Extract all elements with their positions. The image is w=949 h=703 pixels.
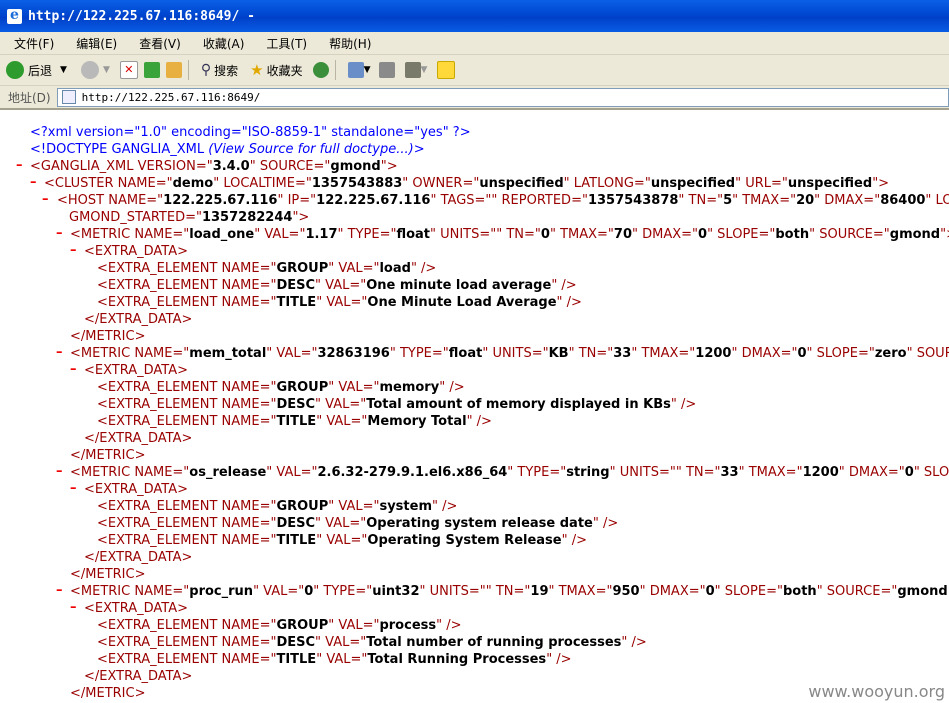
xml-line: <EXTRA_DATA> (84, 363, 189, 378)
favorites-button[interactable]: ★ 收藏夹 (250, 61, 302, 79)
toolbar: 后退 ▼ ▼ ✕ ⚲ 搜索 ★ 收藏夹 ▼ ▼ (0, 55, 949, 86)
xml-content-view: <?xml version="1.0" encoding="ISO-8859-1… (0, 108, 949, 703)
collapse-toggle[interactable]: – (70, 362, 77, 377)
toolbar-separator (187, 60, 189, 80)
edit-icon[interactable] (404, 62, 421, 78)
home-icon[interactable] (165, 62, 182, 78)
collapse-toggle[interactable]: – (56, 464, 63, 479)
xml-line: <!DOCTYPE GANGLIA_XML (View Source for f… (30, 142, 425, 157)
menu-file[interactable]: 文件(F) (6, 35, 62, 52)
xml-line: <EXTRA_DATA> (84, 244, 189, 259)
xml-line: <EXTRA_ELEMENT NAME="DESC" VAL="Total nu… (97, 635, 647, 650)
address-input[interactable]: http://122.225.67.116:8649/ (56, 87, 949, 107)
menu-favorites[interactable]: 收藏(A) (195, 35, 253, 52)
collapse-toggle[interactable]: – (70, 243, 77, 258)
xml-line: <CLUSTER NAME="demo" LOCALTIME="13575438… (44, 176, 890, 191)
menu-edit[interactable]: 编辑(E) (68, 35, 125, 52)
xml-line: </METRIC> (70, 686, 146, 701)
window-titlebar: http://122.225.67.116:8649/ - (0, 0, 949, 32)
xml-line: <EXTRA_DATA> (84, 482, 189, 497)
search-label: 搜索 (214, 63, 239, 78)
collapse-toggle[interactable]: – (56, 583, 63, 598)
xml-line: </METRIC> (70, 329, 146, 344)
collapse-toggle[interactable]: – (56, 226, 63, 241)
watermark: www.wooyun.org (808, 682, 945, 701)
xml-line: <EXTRA_ELEMENT NAME="GROUP" VAL="memory"… (97, 380, 465, 395)
xml-line: <HOST NAME="122.225.67.116" IP="122.225.… (57, 193, 949, 208)
menubar: 文件(F) 编辑(E) 查看(V) 收藏(A) 工具(T) 帮助(H) (0, 32, 949, 55)
xml-line: </EXTRA_DATA> (84, 431, 193, 446)
collapse-toggle[interactable]: – (70, 600, 77, 615)
collapse-toggle[interactable]: – (70, 481, 77, 496)
media-icon[interactable] (312, 62, 329, 78)
xml-line: </EXTRA_DATA> (84, 550, 193, 565)
address-label: 地址(D) (8, 90, 51, 105)
menu-tools[interactable]: 工具(T) (258, 35, 315, 52)
search-button[interactable]: ⚲ 搜索 (201, 62, 238, 79)
back-button[interactable]: 后退 ▼ (6, 61, 67, 79)
page-icon (61, 90, 76, 104)
xml-line: <?xml version="1.0" encoding="ISO-8859-1… (30, 125, 471, 140)
collapse-toggle[interactable]: – (42, 192, 49, 207)
xml-line: <EXTRA_ELEMENT NAME="DESC" VAL="Total am… (97, 397, 697, 412)
collapse-toggle[interactable]: – (30, 175, 37, 190)
xml-line: </EXTRA_DATA> (84, 669, 193, 684)
search-icon: ⚲ (200, 62, 212, 78)
forward-button[interactable]: ▼ (73, 61, 110, 79)
xml-line: <EXTRA_ELEMENT NAME="DESC" VAL="Operatin… (97, 516, 619, 531)
xml-line: GMOND_STARTED="1357282244"> (69, 210, 310, 225)
toolbar-separator-2 (334, 60, 336, 80)
stop-icon[interactable]: ✕ (119, 61, 138, 79)
menu-view[interactable]: 查看(V) (131, 35, 189, 52)
collapse-toggle[interactable]: – (56, 345, 63, 360)
xml-line: </EXTRA_DATA> (84, 312, 193, 327)
window-title: http://122.225.67.116:8649/ - (28, 8, 255, 24)
print-icon[interactable] (378, 62, 395, 78)
back-label: 后退 (28, 63, 53, 78)
mail-icon[interactable] (347, 62, 364, 78)
back-dropdown-icon[interactable]: ▼ (60, 65, 67, 75)
refresh-icon[interactable] (143, 62, 160, 78)
messenger-icon[interactable] (437, 61, 456, 79)
xml-line: <EXTRA_ELEMENT NAME="DESC" VAL="One minu… (97, 278, 577, 293)
collapse-toggle[interactable]: – (16, 158, 23, 173)
favorites-star-icon: ★ (250, 61, 264, 79)
forward-dropdown-icon[interactable]: ▼ (103, 65, 110, 75)
address-bar: 地址(D) http://122.225.67.116:8649/ (0, 86, 949, 110)
edit-dropdown-icon[interactable]: ▼ (421, 65, 428, 75)
xml-line: <EXTRA_ELEMENT NAME="GROUP" VAL="process… (97, 618, 462, 633)
xml-line: <METRIC NAME="os_release" VAL="2.6.32-27… (70, 465, 949, 480)
xml-line: <EXTRA_DATA> (84, 601, 189, 616)
xml-line: </METRIC> (70, 448, 146, 463)
xml-line: <EXTRA_ELEMENT NAME="TITLE" VAL="Operati… (97, 533, 588, 548)
address-url[interactable]: http://122.225.67.116:8649/ (82, 91, 261, 104)
xml-line: <METRIC NAME="proc_run" VAL="0" TYPE="ui… (70, 584, 949, 599)
xml-line: <EXTRA_ELEMENT NAME="TITLE" VAL="Memory … (97, 414, 492, 429)
xml-line: <EXTRA_ELEMENT NAME="GROUP" VAL="system"… (97, 499, 458, 514)
xml-line: <EXTRA_ELEMENT NAME="TITLE" VAL="One Min… (97, 295, 582, 310)
xml-line: </METRIC> (70, 567, 146, 582)
xml-line: <EXTRA_ELEMENT NAME="TITLE" VAL="Total R… (97, 652, 572, 667)
mail-dropdown-icon[interactable]: ▼ (364, 65, 371, 75)
favorites-label: 收藏夹 (266, 63, 303, 78)
xml-line: <EXTRA_ELEMENT NAME="GROUP" VAL="load" /… (97, 261, 437, 276)
menu-help[interactable]: 帮助(H) (321, 35, 379, 52)
back-arrow-icon (6, 61, 24, 79)
xml-line: <METRIC NAME="load_one" VAL="1.17" TYPE=… (70, 227, 949, 242)
xml-line: <METRIC NAME="mem_total" VAL="32863196" … (70, 346, 949, 361)
forward-arrow-icon (80, 61, 99, 79)
ie-icon (7, 7, 22, 24)
xml-line: <GANGLIA_XML VERSION="3.4.0" SOURCE="gmo… (30, 159, 398, 174)
